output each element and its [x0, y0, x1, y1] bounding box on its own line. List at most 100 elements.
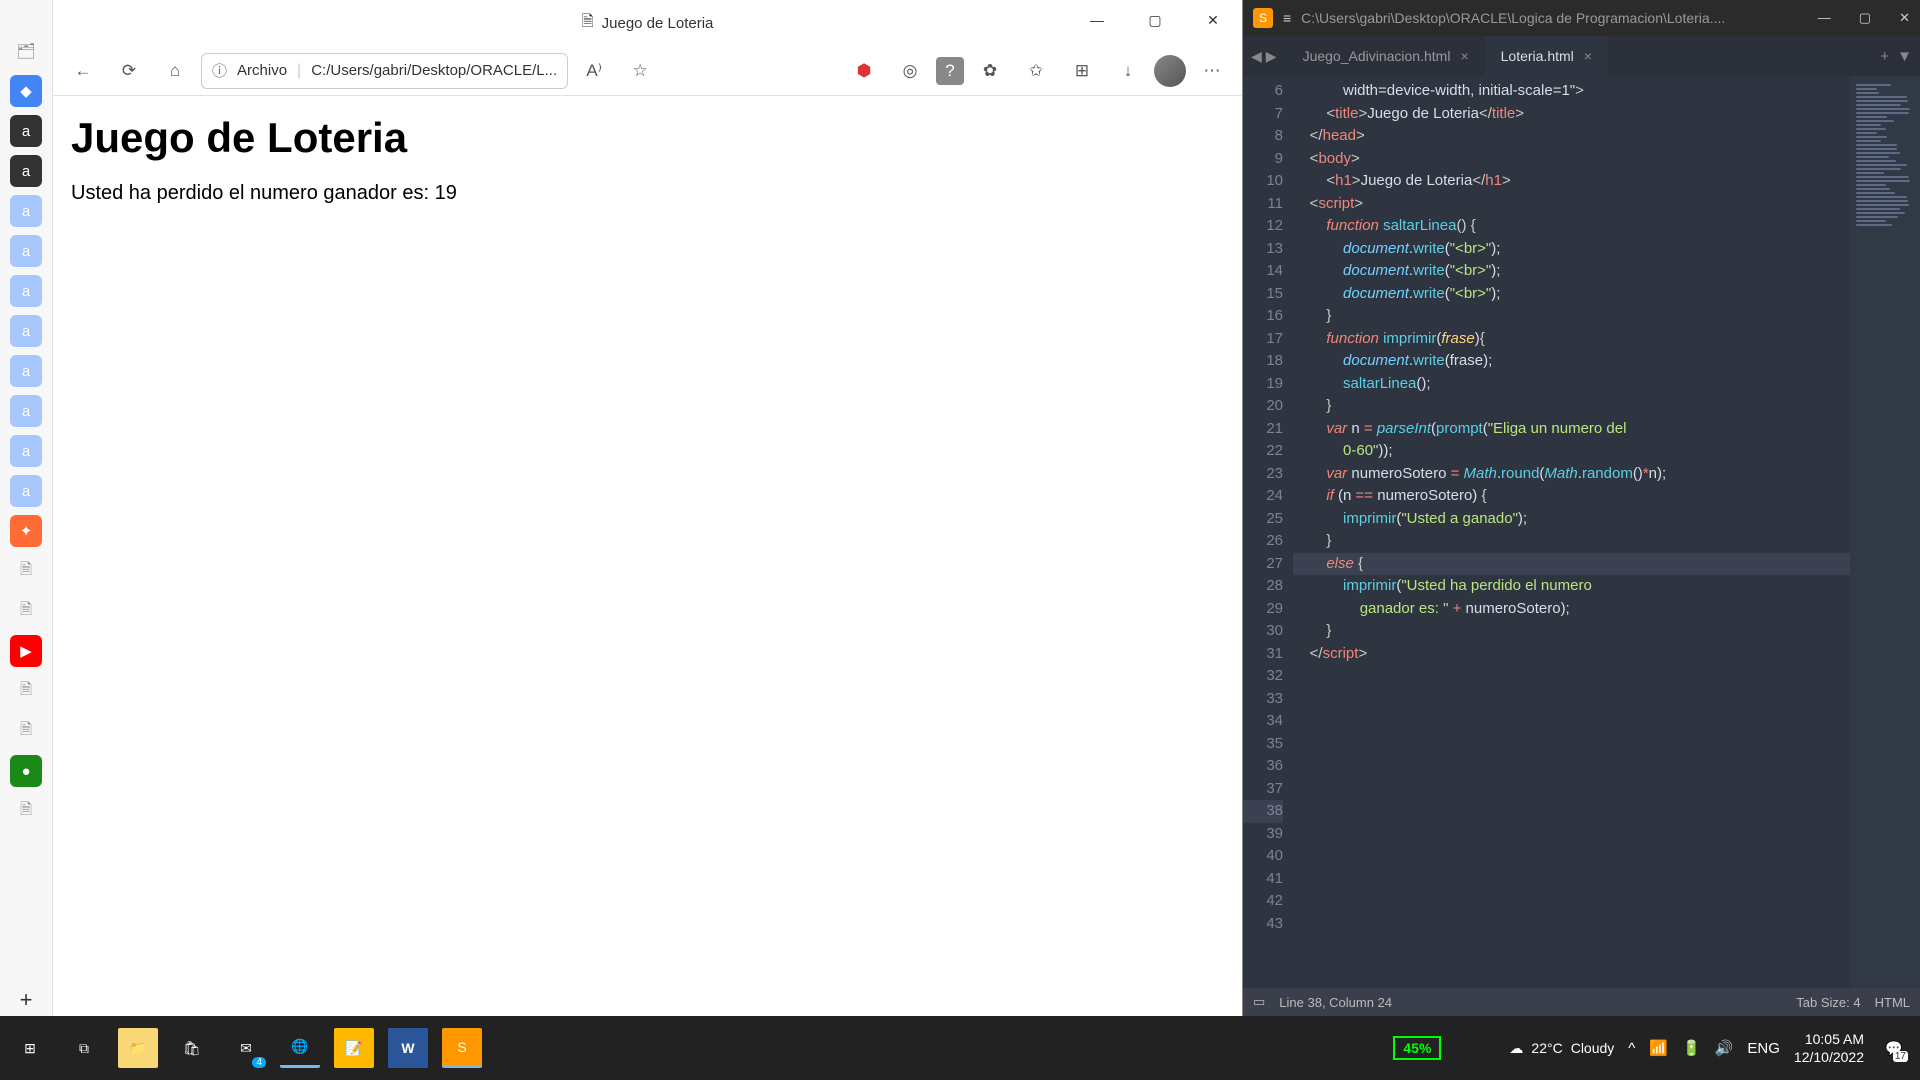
- sidebar-tab[interactable]: 🗎: [10, 595, 42, 627]
- minimap[interactable]: [1850, 76, 1920, 988]
- next-tab-icon[interactable]: ▶: [1266, 48, 1277, 65]
- sticky-notes-icon[interactable]: 📝: [334, 1028, 374, 1068]
- url-path: C:/Users/gabri/Desktop/ORACLE/L...: [311, 62, 557, 79]
- tab-label: Juego_Adivinacion.html: [1303, 48, 1451, 64]
- wifi-icon[interactable]: 📶: [1649, 1039, 1668, 1057]
- weather-icon: ☁: [1509, 1040, 1523, 1057]
- mail-icon[interactable]: ✉4: [226, 1028, 266, 1068]
- sidebar-tab[interactable]: ✦: [10, 515, 42, 547]
- collections-icon[interactable]: ⊞: [1062, 51, 1102, 91]
- sublime-title-bar: S ≡ C:\Users\gabri\Desktop\ORACLE\Logica…: [1243, 0, 1920, 36]
- hamburger-icon[interactable]: ≡: [1283, 10, 1291, 26]
- sidebar-tab[interactable]: 🗎: [10, 555, 42, 587]
- favorites-icon[interactable]: ✩: [1016, 51, 1056, 91]
- sidebar-tab[interactable]: a: [10, 395, 42, 427]
- sidebar-tab[interactable]: a: [10, 355, 42, 387]
- weather-text: Cloudy: [1571, 1040, 1615, 1056]
- sidebar-tab[interactable]: 🗎: [10, 675, 42, 707]
- line-number-gutter: 6789101112131415161718192021222324252627…: [1243, 76, 1293, 988]
- maximize-button[interactable]: ▢: [1126, 0, 1184, 40]
- weather-widget[interactable]: ☁ 22°C Cloudy: [1509, 1040, 1614, 1057]
- page-content: Juego de Loteria Usted ha perdido el num…: [53, 96, 1242, 1016]
- store-icon[interactable]: 🛍: [172, 1028, 212, 1068]
- close-tab-icon[interactable]: ×: [1584, 48, 1592, 64]
- page-icon: 🗎: [582, 11, 594, 36]
- editor-tab[interactable]: Juego_Adivinacion.html ×: [1287, 36, 1485, 76]
- downloads-icon[interactable]: ↓: [1108, 51, 1148, 91]
- code-content[interactable]: width=device-width, initial-scale=1"> <t…: [1293, 76, 1850, 988]
- favorite-icon[interactable]: ☆: [620, 51, 660, 91]
- editor-tab-active[interactable]: Loteria.html ×: [1485, 36, 1608, 76]
- date: 12/10/2022: [1794, 1048, 1864, 1066]
- sidebar-tab[interactable]: a: [10, 435, 42, 467]
- editor-area[interactable]: 6789101112131415161718192021222324252627…: [1243, 76, 1920, 988]
- tab-indicator-icon[interactable]: 🗂: [10, 35, 42, 67]
- volume-icon[interactable]: 🔊: [1715, 1039, 1734, 1057]
- sidebar-tab[interactable]: a: [10, 475, 42, 507]
- word-icon[interactable]: W: [388, 1028, 428, 1068]
- prev-tab-icon[interactable]: ◀: [1251, 48, 1262, 65]
- syntax-mode[interactable]: HTML: [1875, 995, 1910, 1010]
- extensions-icon[interactable]: ✿: [970, 51, 1010, 91]
- sublime-window: S ≡ C:\Users\gabri\Desktop\ORACLE\Logica…: [1243, 0, 1920, 1016]
- battery-icon[interactable]: 🔋: [1682, 1039, 1701, 1057]
- back-button[interactable]: ←: [63, 51, 103, 91]
- panel-switch-icon[interactable]: ▭: [1253, 994, 1265, 1010]
- sidebar-tab[interactable]: 🗎: [10, 795, 42, 827]
- sidebar-tab[interactable]: ●: [10, 755, 42, 787]
- refresh-button[interactable]: ⟳: [109, 51, 149, 91]
- minimize-button[interactable]: —: [1068, 0, 1126, 40]
- start-button[interactable]: ⊞: [10, 1028, 50, 1068]
- notifications-icon[interactable]: 💬17: [1878, 1032, 1910, 1064]
- sublime-title-path: C:\Users\gabri\Desktop\ORACLE\Logica de …: [1301, 10, 1725, 26]
- sidebar-tab[interactable]: 🗎: [10, 715, 42, 747]
- sidebar-tab[interactable]: a: [10, 315, 42, 347]
- sidebar-tab[interactable]: a: [10, 235, 42, 267]
- sidebar-tab-youtube[interactable]: ▶: [10, 635, 42, 667]
- chevron-up-icon[interactable]: ^: [1628, 1040, 1635, 1057]
- sublime-tab-bar: ◀ ▶ Juego_Adivinacion.html × Loteria.htm…: [1243, 36, 1920, 76]
- read-aloud-icon[interactable]: A⁾: [574, 51, 614, 91]
- taskbar: ⊞ ⧉ 📁 🛍 ✉4 🌐 📝 W S 45% ☁ 22°C Cloudy ^ 📶…: [0, 1016, 1920, 1080]
- sidebar-tab[interactable]: a: [10, 115, 42, 147]
- close-button[interactable]: ✕: [1184, 0, 1242, 40]
- page-paragraph: Usted ha perdido el numero ganador es: 1…: [71, 182, 1224, 205]
- more-icon[interactable]: ⋯: [1192, 51, 1232, 91]
- info-icon: ⓘ: [212, 60, 227, 81]
- extension-icon[interactable]: ◎: [890, 51, 930, 91]
- browser-window: 🗂 ◆ a a a a a a a a a a ✦ 🗎 🗎 ▶ 🗎 🗎 ● 🗎 …: [0, 0, 1243, 1016]
- mail-badge: 4: [252, 1057, 266, 1068]
- battery-indicator[interactable]: 45%: [1393, 1036, 1441, 1060]
- extension-icon[interactable]: ⬢: [844, 51, 884, 91]
- vertical-tab-strip: 🗂 ◆ a a a a a a a a a a ✦ 🗎 🗎 ▶ 🗎 🗎 ● 🗎 …: [0, 0, 53, 1016]
- edge-browser-icon[interactable]: 🌐: [280, 1028, 320, 1068]
- new-tab-icon[interactable]: +: [1880, 48, 1889, 65]
- tab-size[interactable]: Tab Size: 4: [1796, 995, 1860, 1010]
- tab-dropdown-icon[interactable]: ▼: [1897, 48, 1912, 65]
- sublime-icon[interactable]: S: [442, 1028, 482, 1068]
- sidebar-tab[interactable]: a: [10, 155, 42, 187]
- task-view-icon[interactable]: ⧉: [64, 1028, 104, 1068]
- browser-toolbar: ← ⟳ ⌂ ⓘ Archivo | C:/Users/gabri/Desktop…: [53, 46, 1242, 96]
- sidebar-tab[interactable]: ◆: [10, 75, 42, 107]
- close-button[interactable]: ✕: [1899, 10, 1910, 26]
- status-bar: ▭ Line 38, Column 24 Tab Size: 4 HTML: [1243, 988, 1920, 1016]
- clock[interactable]: 10:05 AM 12/10/2022: [1794, 1030, 1864, 1066]
- sidebar-tab[interactable]: a: [10, 195, 42, 227]
- address-bar[interactable]: ⓘ Archivo | C:/Users/gabri/Desktop/ORACL…: [201, 53, 568, 89]
- sidebar-tab[interactable]: a: [10, 275, 42, 307]
- page-title: Juego de Loteria: [602, 15, 714, 32]
- extension-icon[interactable]: ?: [936, 57, 964, 85]
- file-explorer-icon[interactable]: 📁: [118, 1028, 158, 1068]
- browser-title-bar: 🗎 Juego de Loteria — ▢ ✕: [53, 0, 1242, 46]
- url-scheme-label: Archivo: [237, 62, 287, 79]
- profile-avatar[interactable]: [1154, 55, 1186, 87]
- close-tab-icon[interactable]: ×: [1460, 48, 1468, 64]
- minimize-button[interactable]: —: [1818, 10, 1831, 26]
- time: 10:05 AM: [1794, 1030, 1864, 1048]
- new-tab-button[interactable]: +: [10, 984, 42, 1016]
- maximize-button[interactable]: ▢: [1859, 10, 1871, 26]
- language-indicator[interactable]: ENG: [1747, 1040, 1780, 1057]
- cursor-position: Line 38, Column 24: [1279, 995, 1392, 1010]
- home-button[interactable]: ⌂: [155, 51, 195, 91]
